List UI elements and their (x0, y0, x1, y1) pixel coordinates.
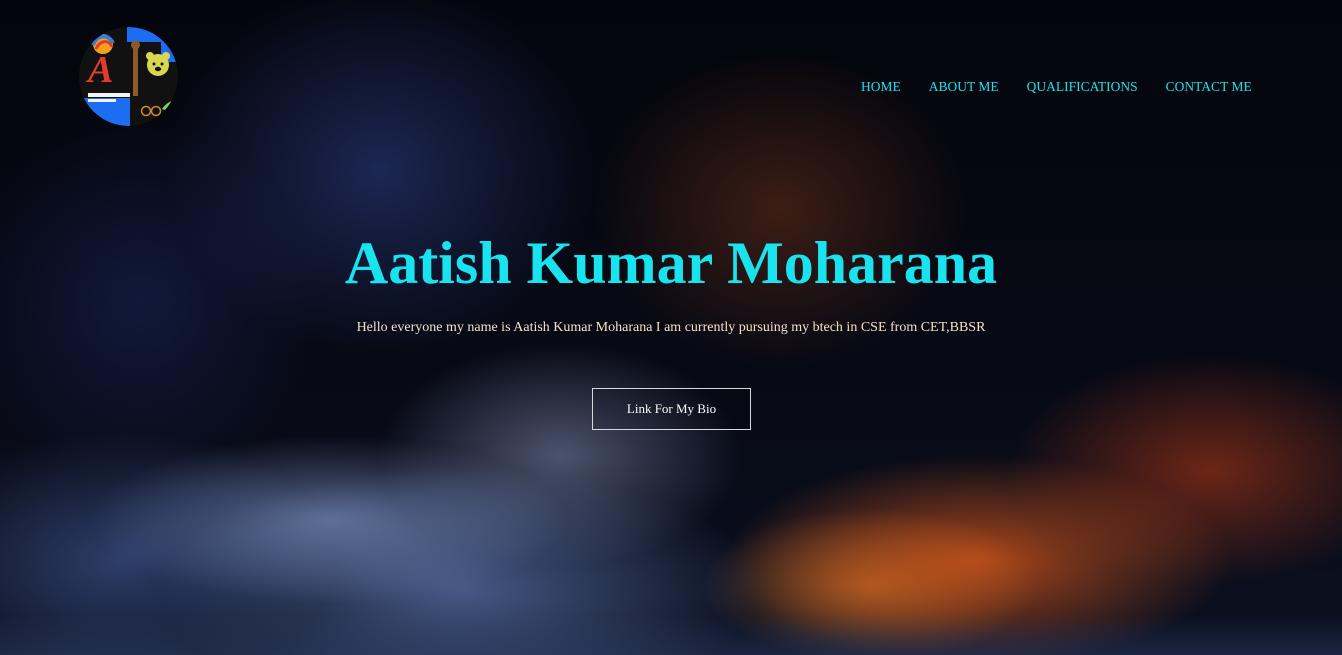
hero-intro: Hello everyone my name is Aatish Kumar M… (356, 320, 986, 335)
logo-letter: A (88, 49, 114, 91)
main-navigation: HOME ABOUT ME QUALIFICATIONS CONTACT ME (861, 79, 1252, 95)
nav-contact-me[interactable]: CONTACT ME (1166, 79, 1252, 95)
hero-title: Aatish Kumar Moharana (344, 230, 998, 296)
bio-link-button[interactable]: Link For My Bio (592, 388, 751, 430)
profile-logo[interactable]: A (78, 27, 179, 126)
hero-section: A HOME ABOUT ME QUALIFICATIONS CONTACT M… (0, 0, 1342, 655)
nav-qualifications[interactable]: QUALIFICATIONS (1027, 79, 1138, 95)
nav-home[interactable]: HOME (861, 79, 901, 95)
nav-about-me[interactable]: ABOUT ME (929, 79, 999, 95)
